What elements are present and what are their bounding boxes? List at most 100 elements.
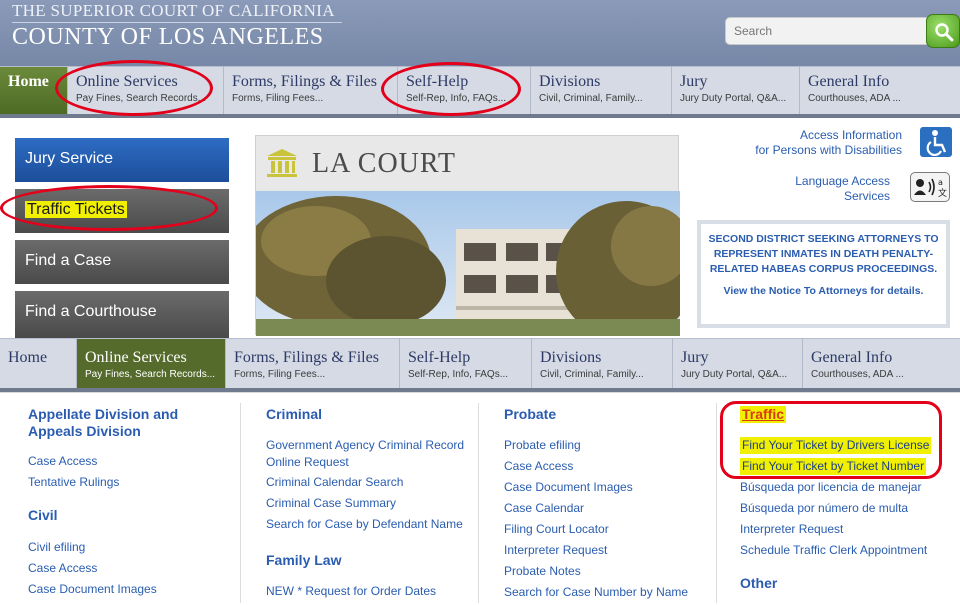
nav-label: Self-Help <box>406 73 469 90</box>
nav-label: Divisions <box>539 73 601 90</box>
menu-link[interactable]: Civil efiling <box>28 539 85 556</box>
language-line1: Language Access <box>795 174 890 188</box>
nav-label: Home <box>8 73 49 90</box>
menu-heading-traffic[interactable]: Traffic <box>740 406 787 423</box>
jury-service-button[interactable]: Jury Service <box>15 138 229 182</box>
find-a-courthouse-button[interactable]: Find a Courthouse <box>15 291 229 338</box>
menu-link[interactable]: Case Calendar <box>504 500 584 517</box>
nav-label: Online Services <box>85 349 187 366</box>
nav-label: Jury <box>680 73 708 90</box>
nav-label: Forms, Filings & Files <box>234 349 379 366</box>
menu-link[interactable]: Search for Case by Defendant Name <box>266 516 463 533</box>
nav-sub: Courthouses, ADA ... <box>811 369 904 380</box>
search-input[interactable] <box>725 17 928 45</box>
menu-link[interactable]: Case Access <box>28 560 97 577</box>
menu-link[interactable]: Búsqueda por número de multa <box>740 500 908 517</box>
menu-link[interactable]: Case Document Images <box>28 581 157 598</box>
nav-sub: Jury Duty Portal, Q&A... <box>681 369 788 380</box>
nav-sub: Courthouses, ADA ... <box>808 93 901 104</box>
nav-self-help[interactable]: Self-Help Self-Rep, Info, FAQs... <box>398 67 531 114</box>
menu-link[interactable]: Search for Case Number by Name <box>504 584 688 601</box>
nav-label: Home <box>8 349 48 366</box>
nav-home[interactable]: Home <box>0 339 77 388</box>
search-icon <box>935 23 954 42</box>
online-services-menu: Appellate Division and Appeals Division … <box>0 392 960 605</box>
access-info-link[interactable]: Access Information for Persons with Disa… <box>755 128 902 158</box>
button-label: Find a Case <box>25 252 112 269</box>
menu-link[interactable]: Government Agency Criminal Record Online… <box>266 437 476 471</box>
menu-link[interactable]: Probate efiling <box>504 437 581 454</box>
nav-divisions[interactable]: Divisions Civil, Criminal, Family... <box>531 67 672 114</box>
menu-column-probate: Probate Probate efiling Case Access Case… <box>504 393 714 605</box>
nav-label: Forms, Filings & Files <box>232 73 377 90</box>
language-access-link[interactable]: Language Access Services <box>795 174 890 204</box>
menu-link[interactable]: Interpreter Request <box>740 521 843 538</box>
nav-forms-filings[interactable]: Forms, Filings & Files Forms, Filing Fee… <box>224 67 398 114</box>
menu-heading-civil: Civil <box>28 507 58 523</box>
access-line2: for Persons with Disabilities <box>755 143 902 157</box>
menu-link[interactable]: Schedule Traffic Clerk Appointment <box>740 542 927 559</box>
menu-divider <box>478 403 479 603</box>
menu-link[interactable]: Filing Court Locator <box>504 521 609 538</box>
nav-sub: Civil, Criminal, Family... <box>539 93 643 104</box>
menu-link[interactable]: Probate Notes <box>504 563 581 580</box>
menu-link[interactable]: Interpreter Request <box>504 542 607 559</box>
nav-online-services[interactable]: Online Services Pay Fines, Search Record… <box>68 67 224 114</box>
nav-jury[interactable]: Jury Jury Duty Portal, Q&A... <box>673 339 803 388</box>
nav-label: Self-Help <box>408 349 471 366</box>
menu-link[interactable]: Búsqueda por licencia de manejar <box>740 479 921 496</box>
nav-online-services[interactable]: Online Services Pay Fines, Search Record… <box>77 339 226 388</box>
menu-heading-other: Other <box>740 575 778 591</box>
nav-divisions[interactable]: Divisions Civil, Criminal, Family... <box>532 339 673 388</box>
la-court-panel: LA COURT <box>255 135 680 336</box>
menu-link[interactable]: Case Document Images <box>504 479 633 496</box>
nav-self-help[interactable]: Self-Help Self-Rep, Info, FAQs... <box>400 339 532 388</box>
access-line1: Access Information <box>799 128 902 142</box>
menu-heading-appellate: Appellate Division and Appeals Division <box>28 406 179 439</box>
menu-link[interactable]: Criminal Calendar Search <box>266 474 403 491</box>
site-header: THE SUPERIOR COURT OF CALIFORNIA COUNTY … <box>0 0 960 66</box>
nav-sub: Forms, Filing Fees... <box>232 93 324 104</box>
nav-forms-filings[interactable]: Forms, Filings & Files Forms, Filing Fee… <box>226 339 400 388</box>
courthouse-photo <box>256 191 680 336</box>
find-ticket-by-number-link[interactable]: Find Your Ticket by Ticket Number <box>740 458 927 475</box>
nav-general-info[interactable]: General Info Courthouses, ADA ... <box>800 67 960 114</box>
language-icon[interactable]: a 文 <box>910 172 950 202</box>
nav-sub: Forms, Filing Fees... <box>234 369 326 380</box>
menu-link[interactable]: Criminal Case Summary <box>266 495 396 512</box>
la-court-title: LA COURT <box>312 148 456 179</box>
menu-link[interactable]: Tentative Rulings <box>28 474 119 491</box>
notice-link[interactable]: View the Notice To Attorneys for details… <box>707 285 940 297</box>
nav-sub: Jury Duty Portal, Q&A... <box>680 93 787 104</box>
menu-column-appellate: Appellate Division and Appeals Division … <box>28 393 238 605</box>
title-divider <box>12 22 342 23</box>
nav-label: General Info <box>811 349 893 366</box>
search-button[interactable] <box>926 14 960 48</box>
nav-general-info[interactable]: General Info Courthouses, ADA ... <box>803 339 960 388</box>
menu-link[interactable]: NEW * Request for Order Dates <box>266 583 436 600</box>
menu-link[interactable]: Case Access <box>28 453 97 470</box>
attorney-notice: SECOND DISTRICT SEEKING ATTORNEYS TO REP… <box>697 220 950 328</box>
nav-home[interactable]: Home <box>0 67 68 114</box>
nav-label: Jury <box>681 349 709 366</box>
court-name-line2[interactable]: COUNTY OF LOS ANGELES <box>12 24 324 51</box>
wheelchair-icon[interactable] <box>920 127 952 157</box>
menu-divider <box>716 403 717 603</box>
court-name-line1: THE SUPERIOR COURT OF CALIFORNIA <box>12 1 335 20</box>
nav-label: General Info <box>808 73 890 90</box>
button-label: Traffic Tickets <box>25 201 127 218</box>
menu-column-criminal: Criminal Government Agency Criminal Reco… <box>266 393 476 605</box>
notice-text: SECOND DISTRICT SEEKING ATTORNEYS TO REP… <box>708 233 939 275</box>
menu-link[interactable]: Case Access <box>504 458 573 475</box>
svg-text:文: 文 <box>938 187 947 199</box>
nav-jury[interactable]: Jury Jury Duty Portal, Q&A... <box>672 67 800 114</box>
courthouse-icon <box>267 149 297 177</box>
find-a-case-button[interactable]: Find a Case <box>15 240 229 284</box>
secondary-nav: Home Online Services Pay Fines, Search R… <box>0 338 960 392</box>
find-ticket-by-license-link[interactable]: Find Your Ticket by Drivers License <box>740 437 932 454</box>
menu-column-traffic: Traffic Find Your Ticket by Drivers Lice… <box>740 393 950 605</box>
traffic-tickets-button[interactable]: Traffic Tickets <box>15 189 229 233</box>
nav-sub: Pay Fines, Search Records... <box>76 93 207 104</box>
nav-label: Divisions <box>540 349 602 366</box>
button-label: Jury Service <box>25 150 114 167</box>
